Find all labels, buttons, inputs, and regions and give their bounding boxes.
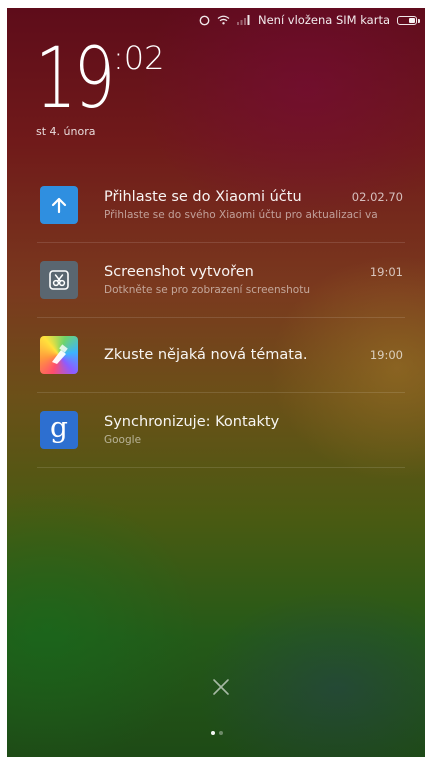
notification-time: 19:00 bbox=[369, 348, 403, 362]
notification-subtitle: Dotkněte se pro zobrazení screenshotu bbox=[104, 284, 310, 296]
notification-title: Přihlaste se do Xiaomi účtu bbox=[104, 189, 302, 205]
wifi-icon bbox=[217, 15, 230, 25]
page-indicator bbox=[211, 731, 223, 735]
notification-themes[interactable]: Zkuste nějaká nová témata. 19:00 bbox=[37, 318, 405, 393]
alarm-icon bbox=[199, 15, 210, 26]
close-icon[interactable] bbox=[210, 676, 232, 698]
carrier-text: Není vložena SIM karta bbox=[257, 13, 390, 27]
notification-subtitle: Přihlaste se do svého Xiaomi účtu pro ak… bbox=[104, 209, 378, 221]
notification-title: Zkuste nějaká nová témata. bbox=[104, 347, 308, 363]
notification-xiaomi-account[interactable]: Přihlaste se do Xiaomi účtu Přihlaste se… bbox=[37, 168, 405, 243]
screenshot-scissors-icon bbox=[40, 261, 78, 299]
notification-list: Přihlaste se do Xiaomi účtu Přihlaste se… bbox=[37, 168, 405, 468]
battery-icon bbox=[397, 15, 420, 25]
lock-clock: 19 :02 bbox=[35, 36, 165, 120]
clock-hour: 19 bbox=[35, 29, 115, 127]
notification-title: Synchronizuje: Kontakty bbox=[104, 414, 280, 430]
page-dot bbox=[219, 731, 223, 735]
lock-screen[interactable]: Není vložena SIM karta 19 :02 st 4. únor… bbox=[7, 8, 425, 757]
notification-screenshot[interactable]: Screenshot vytvořen Dotkněte se pro zobr… bbox=[37, 243, 405, 318]
signal-icon bbox=[236, 15, 251, 25]
page-dot bbox=[211, 731, 215, 735]
themes-brush-icon bbox=[40, 336, 78, 374]
notification-time: 19:01 bbox=[369, 265, 403, 279]
upload-arrow-icon bbox=[40, 186, 78, 224]
lock-date: st 4. února bbox=[36, 125, 96, 138]
notification-google-sync[interactable]: g Synchronizuje: Kontakty Google bbox=[37, 393, 405, 468]
google-sync-icon: g bbox=[40, 411, 78, 449]
notification-title: Screenshot vytvořen bbox=[104, 264, 254, 280]
clock-minute: :02 bbox=[113, 39, 165, 77]
battery-fill bbox=[409, 17, 415, 23]
notification-time: 02.02.70 bbox=[351, 190, 403, 204]
device-frame: Není vložena SIM karta 19 :02 st 4. únor… bbox=[0, 0, 432, 763]
notification-subtitle: Google bbox=[104, 434, 142, 446]
